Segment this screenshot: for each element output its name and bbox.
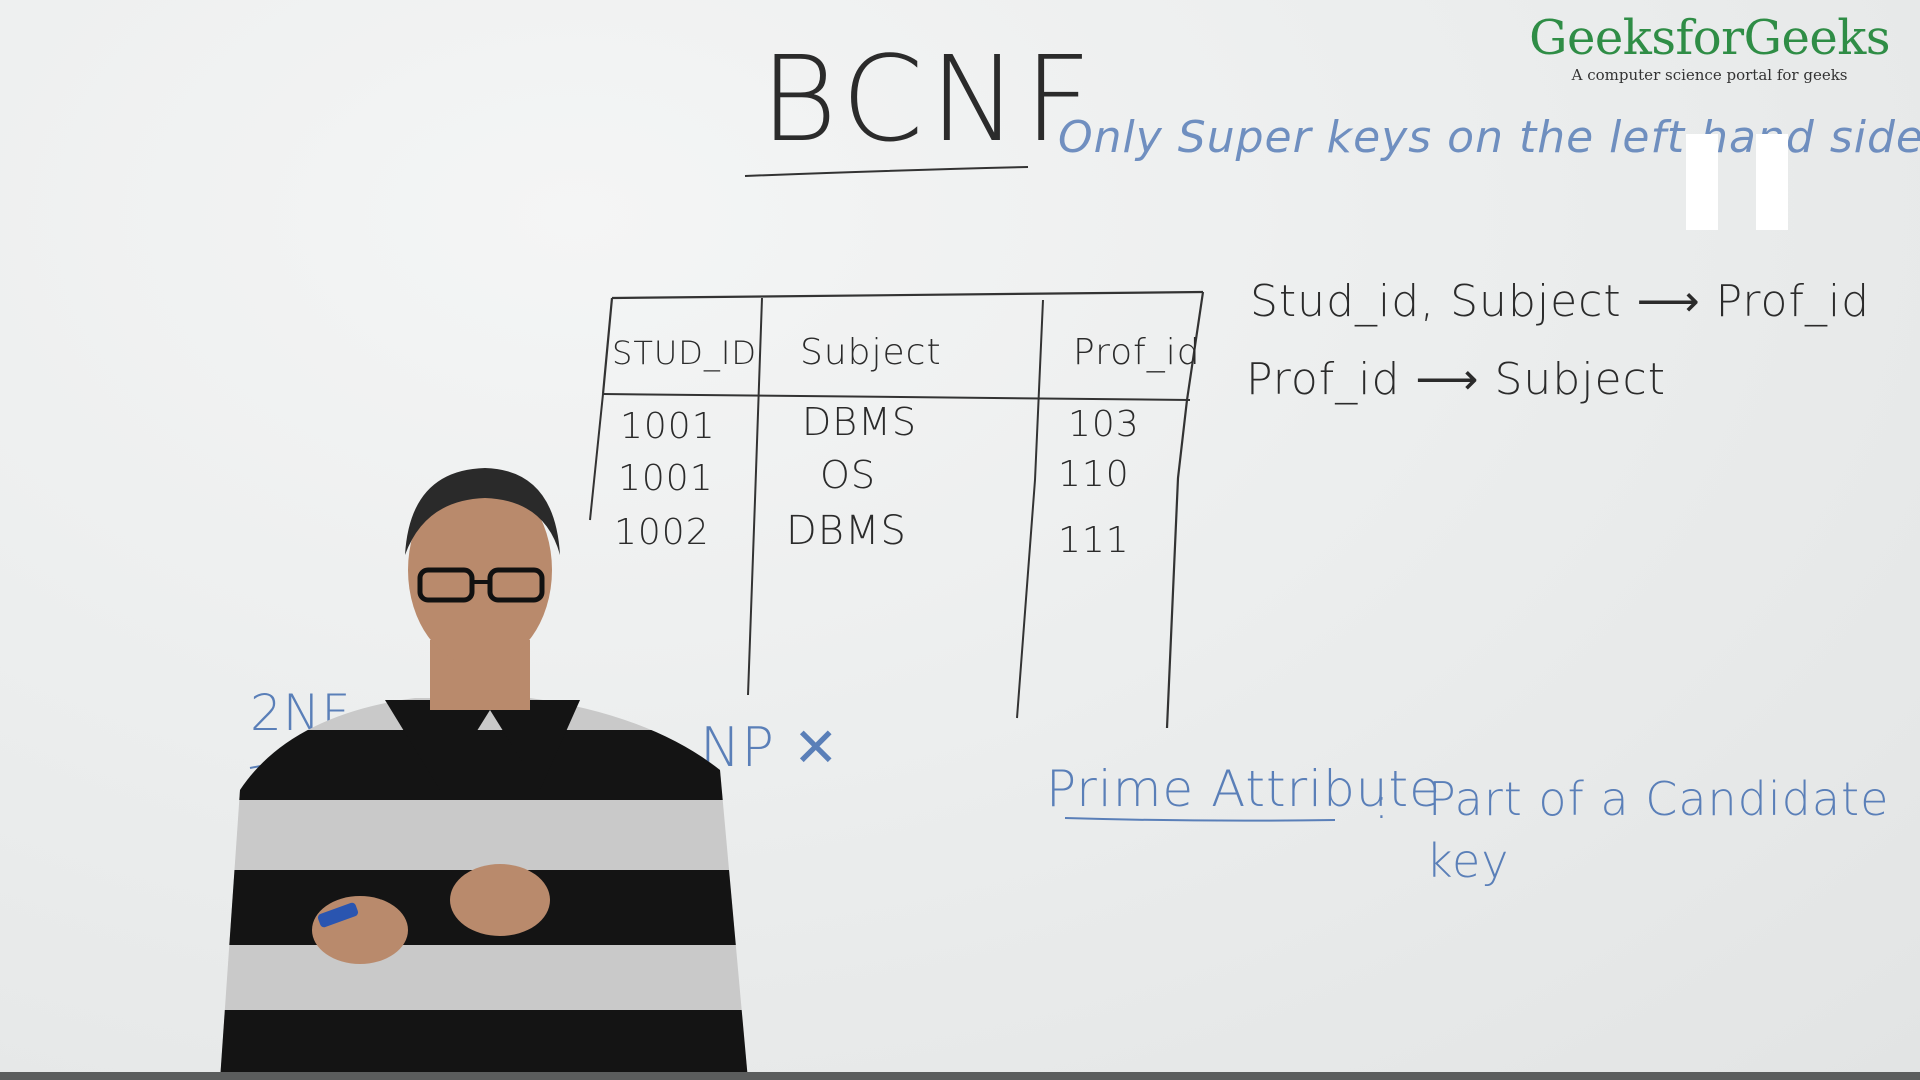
presenter-figure [220,468,748,1080]
video-frame[interactable]: BCNF Only Super keys on the left hand si… [0,0,1920,1080]
video-bottom-edge [0,1072,1920,1080]
functional-dependency-2: Prof_id ⟶ Subject [1246,354,1666,405]
table-col-divider-2 [1016,299,1044,719]
table-cell-r3-c3: 111 [1058,520,1130,561]
pause-button[interactable] [1686,134,1788,230]
heading-underline [744,166,1029,177]
pause-icon [1686,134,1788,230]
table-header-subject: Subject [800,332,942,373]
board-heading: BCNF [760,30,1098,168]
table-border-top [611,290,1204,300]
table-header-stud-id: STUD_ID [612,334,757,372]
bcnf-note: Only Super keys on the left hand side [1058,112,1920,163]
table-cell-r1-c2: DBMS [802,400,918,444]
prime-attribute-definition: Part of a Candidate [1428,772,1890,826]
prime-attribute-definition-cont: key [1426,834,1510,888]
logo-tagline: A computer science portal for geeks [1571,66,1848,84]
table-cell-r2-c2: OS [820,453,877,497]
prime-attribute-underline [1064,817,1336,822]
table-border-left [601,297,614,395]
table-cell-r1-c1: 1001 [620,406,716,447]
table-header-prof-id: Prof_id [1073,332,1201,373]
table-cell-r3-c2: DBMS [786,508,907,554]
table-cell-r2-c3: 110 [1058,454,1130,495]
table-cell-r1-c3: 103 [1068,404,1140,445]
logo-title: GeeksforGeeks [1529,10,1890,66]
functional-dependency-1: Stud_id, Subject ⟶ Prof_id [1250,276,1871,327]
geeksforgeeks-logo: GeeksforGeeks A computer science portal … [1529,14,1890,84]
prime-attribute-separator: : [1374,778,1390,829]
